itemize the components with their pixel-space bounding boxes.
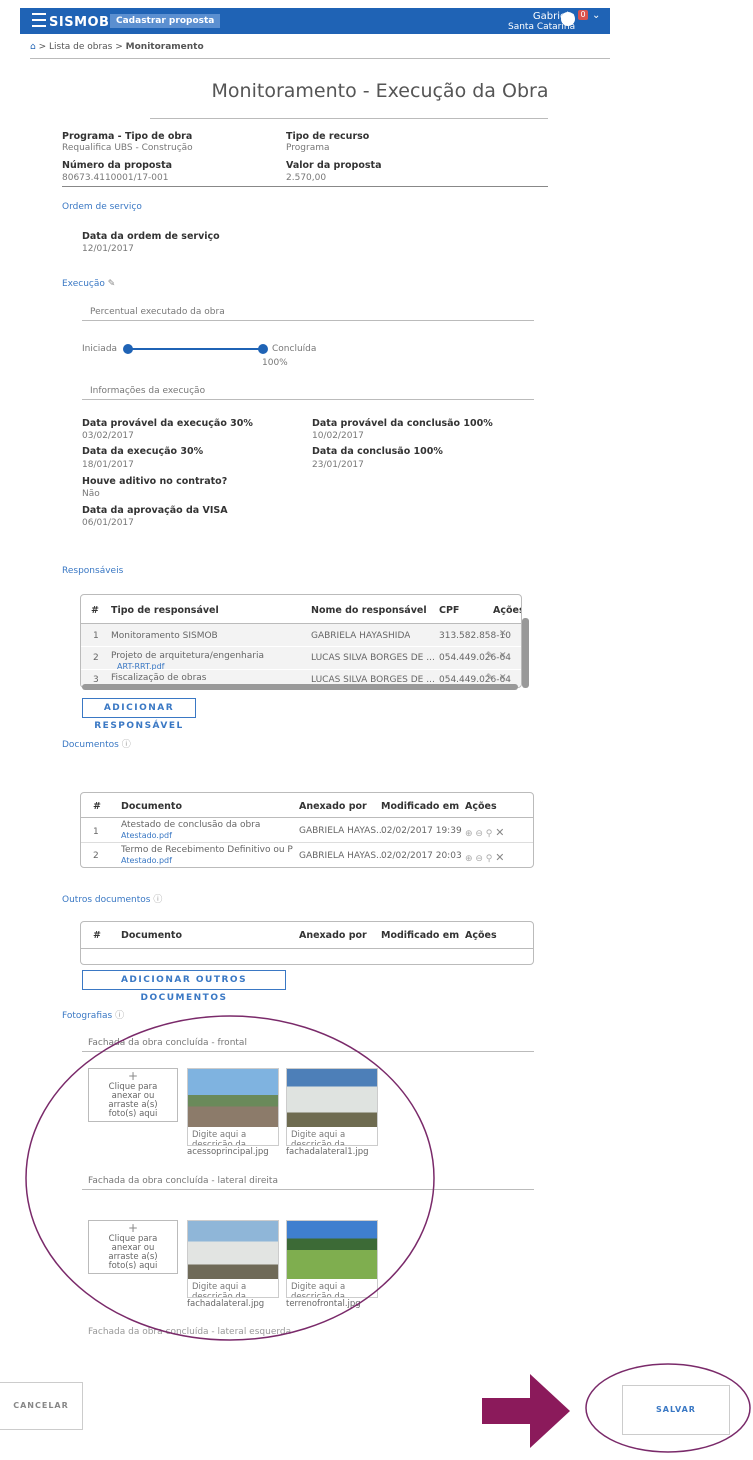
divider: [62, 186, 548, 187]
close-icon[interactable]: ✕: [499, 673, 507, 683]
adicionar-responsavel-button[interactable]: ADICIONAR RESPONSÁVEL: [82, 698, 196, 731]
divider: [82, 320, 534, 321]
field-label: Data provável da execução 30%: [82, 418, 253, 429]
ordem-value: 12/01/2017: [82, 244, 134, 254]
programa-value: Requalifica UBS - Construção: [62, 143, 193, 153]
adicionar-outros-documentos-button[interactable]: ADICIONAR OUTROS DOCUMENTOS: [82, 970, 286, 1003]
info-title: Informações da execução: [90, 386, 206, 396]
home-icon[interactable]: ⌂: [30, 42, 36, 52]
arrow-annotation: [482, 1374, 570, 1448]
responsaveis-section: Responsáveis: [62, 566, 124, 576]
logo[interactable]: SISMOB: [32, 13, 109, 30]
progress-slider[interactable]: [128, 348, 263, 350]
proposta-label: Número da proposta: [62, 160, 173, 171]
breadcrumb-lista[interactable]: Lista de obras: [49, 42, 112, 52]
field-value: 10/02/2017: [312, 431, 364, 441]
slider-end-label: Concluída: [272, 344, 317, 354]
recurso-value: Programa: [286, 143, 330, 153]
slider-start-label: Iniciada: [82, 344, 118, 354]
outros-table: # Documento Anexado por Modificado em Aç…: [80, 921, 534, 965]
valor-label: Valor da proposta: [286, 160, 382, 171]
percent-title: Percentual executado da obra: [90, 307, 225, 317]
close-icon[interactable]: ✕: [499, 651, 507, 661]
help-icon[interactable]: ⓘ: [153, 895, 162, 905]
chevron-down-icon[interactable]: ⌄: [592, 10, 600, 21]
field-value: 18/01/2017: [82, 460, 134, 470]
slider-handle-start[interactable]: [123, 344, 133, 354]
field-value: 03/02/2017: [82, 431, 134, 441]
documentos-section: Documentos ⓘ: [62, 740, 131, 750]
field-label: Data provável da conclusão 100%: [312, 418, 493, 429]
field-value: 06/01/2017: [82, 518, 134, 528]
divider: [82, 399, 534, 400]
proposta-value: 80673.4110001/17-001: [62, 173, 169, 183]
page-title: Monitoramento - Execução da Obra: [211, 80, 549, 102]
slider-percent: 100%: [262, 358, 288, 368]
divider: [30, 58, 610, 59]
pencil-icon[interactable]: ✎: [486, 651, 494, 661]
slider-handle-end[interactable]: [258, 344, 268, 354]
field-value: Não: [82, 489, 100, 499]
field-label: Data da aprovação da VISA: [82, 505, 228, 516]
breadcrumb-monitoramento: Monitoramento: [125, 42, 204, 52]
ordem-label: Data da ordem de serviço: [82, 231, 220, 242]
field-label: Houve aditivo no contrato?: [82, 476, 228, 487]
help-icon[interactable]: ⓘ: [122, 740, 131, 750]
field-label: Data da execução 30%: [82, 446, 204, 457]
cadastrar-proposta-button[interactable]: Cadastrar proposta: [110, 14, 221, 28]
field-label: Data da conclusão 100%: [312, 446, 443, 457]
menu-icon[interactable]: [32, 13, 46, 27]
avatar[interactable]: [561, 12, 575, 26]
ordem-section: Ordem de serviço: [62, 202, 142, 212]
notification-badge[interactable]: 0: [578, 10, 588, 20]
highlight-ellipse: [585, 1363, 751, 1453]
valor-value: 2.570,00: [286, 173, 327, 183]
action-icons[interactable]: ⊕ ⊖ ⚲ ✕: [465, 826, 504, 839]
responsaveis-table: # Tipo de responsável Nome do responsáve…: [80, 594, 522, 688]
atestado-link[interactable]: Atestado.pdf: [121, 831, 172, 840]
close-icon[interactable]: ✕: [499, 629, 507, 639]
scrollbar-horizontal[interactable]: [82, 684, 518, 690]
pencil-icon[interactable]: ✎: [108, 279, 116, 289]
execucao-section: Execução ✎: [62, 279, 116, 289]
outros-section: Outros documentos ⓘ: [62, 895, 163, 905]
atestado-link[interactable]: Atestado.pdf: [121, 856, 172, 865]
breadcrumb: ⌂ > Lista de obras > Monitoramento: [30, 42, 204, 52]
field-value: 23/01/2017: [312, 460, 364, 470]
documentos-table: # Documento Anexado por Modificado em Aç…: [80, 792, 534, 868]
pencil-icon[interactable]: ✎: [486, 673, 494, 683]
divider: [150, 118, 548, 119]
scrollbar-vertical[interactable]: [522, 618, 529, 688]
programa-label: Programa - Tipo de obra: [62, 131, 193, 142]
recurso-label: Tipo de recurso: [286, 131, 370, 142]
cancel-button[interactable]: CANCELAR: [0, 1382, 83, 1430]
action-icons[interactable]: ⊕ ⊖ ⚲ ✕: [465, 851, 504, 864]
highlight-ellipse: [25, 1015, 435, 1341]
